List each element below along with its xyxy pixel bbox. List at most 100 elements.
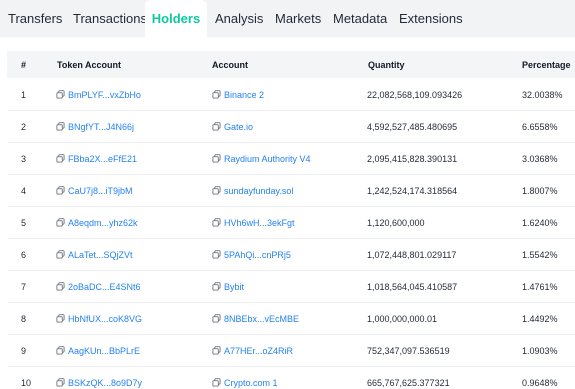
tab-metadata[interactable]: Metadata (333, 0, 387, 37)
account-cell[interactable]: Raydium Authority V4 (212, 143, 311, 174)
copy-icon[interactable] (56, 250, 65, 259)
copy-icon[interactable] (212, 250, 221, 259)
token-account-link[interactable]: A8eqdm...yhz62k (68, 218, 138, 228)
rank-cell: 5 (21, 217, 27, 228)
token-account-cell[interactable]: HbNfUX...coK8VG (56, 303, 142, 334)
token-account-cell[interactable]: ALaTet...SQjZVt (56, 239, 133, 270)
rank-cell: 8 (21, 313, 27, 324)
copy-icon[interactable] (56, 154, 65, 163)
account-cell[interactable]: 5PAhQi...cnPRj5 (212, 239, 291, 270)
tab-analysis[interactable]: Analysis (215, 0, 263, 37)
token-account-cell[interactable]: A8eqdm...yhz62k (56, 207, 138, 238)
token-account-cell[interactable]: AagKUn...BbPLrE (56, 335, 140, 366)
table-row: 10 BSKzQK...8o9D7y Crypto.com 1 665,767,625… (0, 367, 575, 389)
account-cell[interactable]: Binance 2 (212, 79, 264, 110)
tab-extensions[interactable]: Extensions (399, 0, 463, 37)
token-account-link[interactable]: HbNfUX...coK8VG (68, 314, 142, 324)
quantity-cell: 22,082,568,109.093426 (367, 89, 463, 100)
tab-bar: Transfers Transactions Holders Analysis … (0, 0, 575, 37)
quantity-cell: 1,018,564,045.410587 (367, 281, 458, 292)
percentage-cell: 1.4492% (522, 313, 558, 324)
token-account-link[interactable]: FBba2X...eFfE21 (68, 154, 137, 164)
account-cell[interactable]: 8NBEbx...vEcMBE (212, 303, 299, 334)
account-cell[interactable]: A77HEr...oZ4RiR (212, 335, 293, 366)
account-cell[interactable]: Gate.io (212, 111, 253, 142)
percentage-cell: 32.0038% (522, 89, 563, 100)
account-link[interactable]: Binance 2 (224, 90, 264, 100)
copy-icon[interactable] (56, 122, 65, 131)
quantity-cell: 1,000,000,000.01 (367, 313, 438, 324)
copy-icon[interactable] (212, 346, 221, 355)
account-link[interactable]: 5PAhQi...cnPRj5 (224, 250, 291, 260)
account-link[interactable]: Bybit (224, 282, 244, 292)
percentage-cell: 1.6240% (522, 217, 558, 228)
quantity-cell: 2,095,415,828.390131 (367, 153, 458, 164)
percentage-cell: 1.5542% (522, 249, 558, 260)
table-row: 9 AagKUn...BbPLrE A77HEr...oZ4RiR 752,347,0… (0, 335, 575, 367)
account-cell[interactable]: Crypto.com 1 (212, 367, 278, 389)
token-account-cell[interactable]: BNgfYT...J4N66j (56, 111, 134, 142)
copy-icon[interactable] (212, 282, 221, 291)
account-cell[interactable]: HVh6wH...3ekFgt (212, 207, 295, 238)
account-cell[interactable]: sundayfunday.sol (212, 175, 293, 206)
token-account-cell[interactable]: CaU7j8...iT9jbM (56, 175, 133, 206)
percentage-cell: 0.9648% (522, 377, 558, 388)
copy-icon[interactable] (212, 186, 221, 195)
account-link[interactable]: Raydium Authority V4 (224, 154, 311, 164)
tab-holders[interactable]: Holders (145, 0, 207, 37)
tab-transactions[interactable]: Transactions (73, 0, 147, 37)
copy-icon[interactable] (56, 90, 65, 99)
account-link[interactable]: Crypto.com 1 (224, 378, 278, 388)
rank-cell: 3 (21, 153, 27, 164)
copy-icon[interactable] (212, 218, 221, 227)
tab-transfers[interactable]: Transfers (8, 0, 62, 37)
rank-cell: 1 (21, 89, 27, 100)
token-account-cell[interactable]: 2oBaDC...E4SNt6 (56, 271, 141, 302)
rank-cell: 2 (21, 121, 27, 132)
copy-icon[interactable] (56, 218, 65, 227)
table-row: 5 A8eqdm...yhz62k HVh6wH...3ekFgt 1,120,600… (0, 207, 575, 239)
account-cell[interactable]: Bybit (212, 271, 244, 302)
quantity-cell: 1,120,600,000 (367, 217, 425, 228)
account-link[interactable]: A77HEr...oZ4RiR (224, 346, 293, 356)
token-account-link[interactable]: BNgfYT...J4N66j (68, 122, 134, 132)
percentage-cell: 6.6558% (522, 121, 558, 132)
token-account-cell[interactable]: FBba2X...eFfE21 (56, 143, 137, 174)
copy-icon[interactable] (212, 314, 221, 323)
account-link[interactable]: sundayfunday.sol (224, 186, 293, 196)
quantity-cell: 665,767,625.377321 (367, 377, 450, 388)
percentage-cell: 3.0368% (522, 153, 558, 164)
token-account-link[interactable]: ALaTet...SQjZVt (68, 250, 133, 260)
copy-icon[interactable] (212, 90, 221, 99)
header-token-account: Token Account (57, 59, 122, 70)
table-row: 3 FBba2X...eFfE21 Raydium Authority V4 2,09… (0, 143, 575, 175)
account-link[interactable]: HVh6wH...3ekFgt (224, 218, 295, 228)
table-row: 6 ALaTet...SQjZVt 5PAhQi...cnPRj5 1,072,448… (0, 239, 575, 271)
percentage-cell: 1.8007% (522, 185, 558, 196)
token-account-link[interactable]: BSKzQK...8o9D7y (68, 378, 142, 388)
copy-icon[interactable] (212, 154, 221, 163)
token-account-cell[interactable]: BmPLYF...vxZbHo (56, 79, 141, 110)
header-rank: # (21, 59, 27, 70)
copy-icon[interactable] (56, 346, 65, 355)
table-row: 4 CaU7j8...iT9jbM sundayfunday.sol 1,242,52… (0, 175, 575, 207)
copy-icon[interactable] (212, 378, 221, 387)
header-account: Account (212, 59, 248, 70)
copy-icon[interactable] (56, 378, 65, 387)
copy-icon[interactable] (56, 186, 65, 195)
token-account-link[interactable]: BmPLYF...vxZbHo (68, 90, 141, 100)
copy-icon[interactable] (56, 282, 65, 291)
rank-cell: 10 (21, 377, 32, 388)
account-link[interactable]: Gate.io (224, 122, 253, 132)
account-link[interactable]: 8NBEbx...vEcMBE (224, 314, 299, 324)
tab-markets[interactable]: Markets (275, 0, 321, 37)
token-account-link[interactable]: CaU7j8...iT9jbM (68, 186, 133, 196)
quantity-cell: 1,242,524,174.318564 (367, 185, 458, 196)
token-account-cell[interactable]: BSKzQK...8o9D7y (56, 367, 142, 389)
holders-table: # Token Account Account Quantity Percent… (0, 37, 575, 389)
copy-icon[interactable] (56, 314, 65, 323)
table-header-row: # Token Account Account Quantity Percent… (7, 51, 575, 78)
token-account-link[interactable]: 2oBaDC...E4SNt6 (68, 282, 141, 292)
copy-icon[interactable] (212, 122, 221, 131)
token-account-link[interactable]: AagKUn...BbPLrE (68, 346, 140, 356)
